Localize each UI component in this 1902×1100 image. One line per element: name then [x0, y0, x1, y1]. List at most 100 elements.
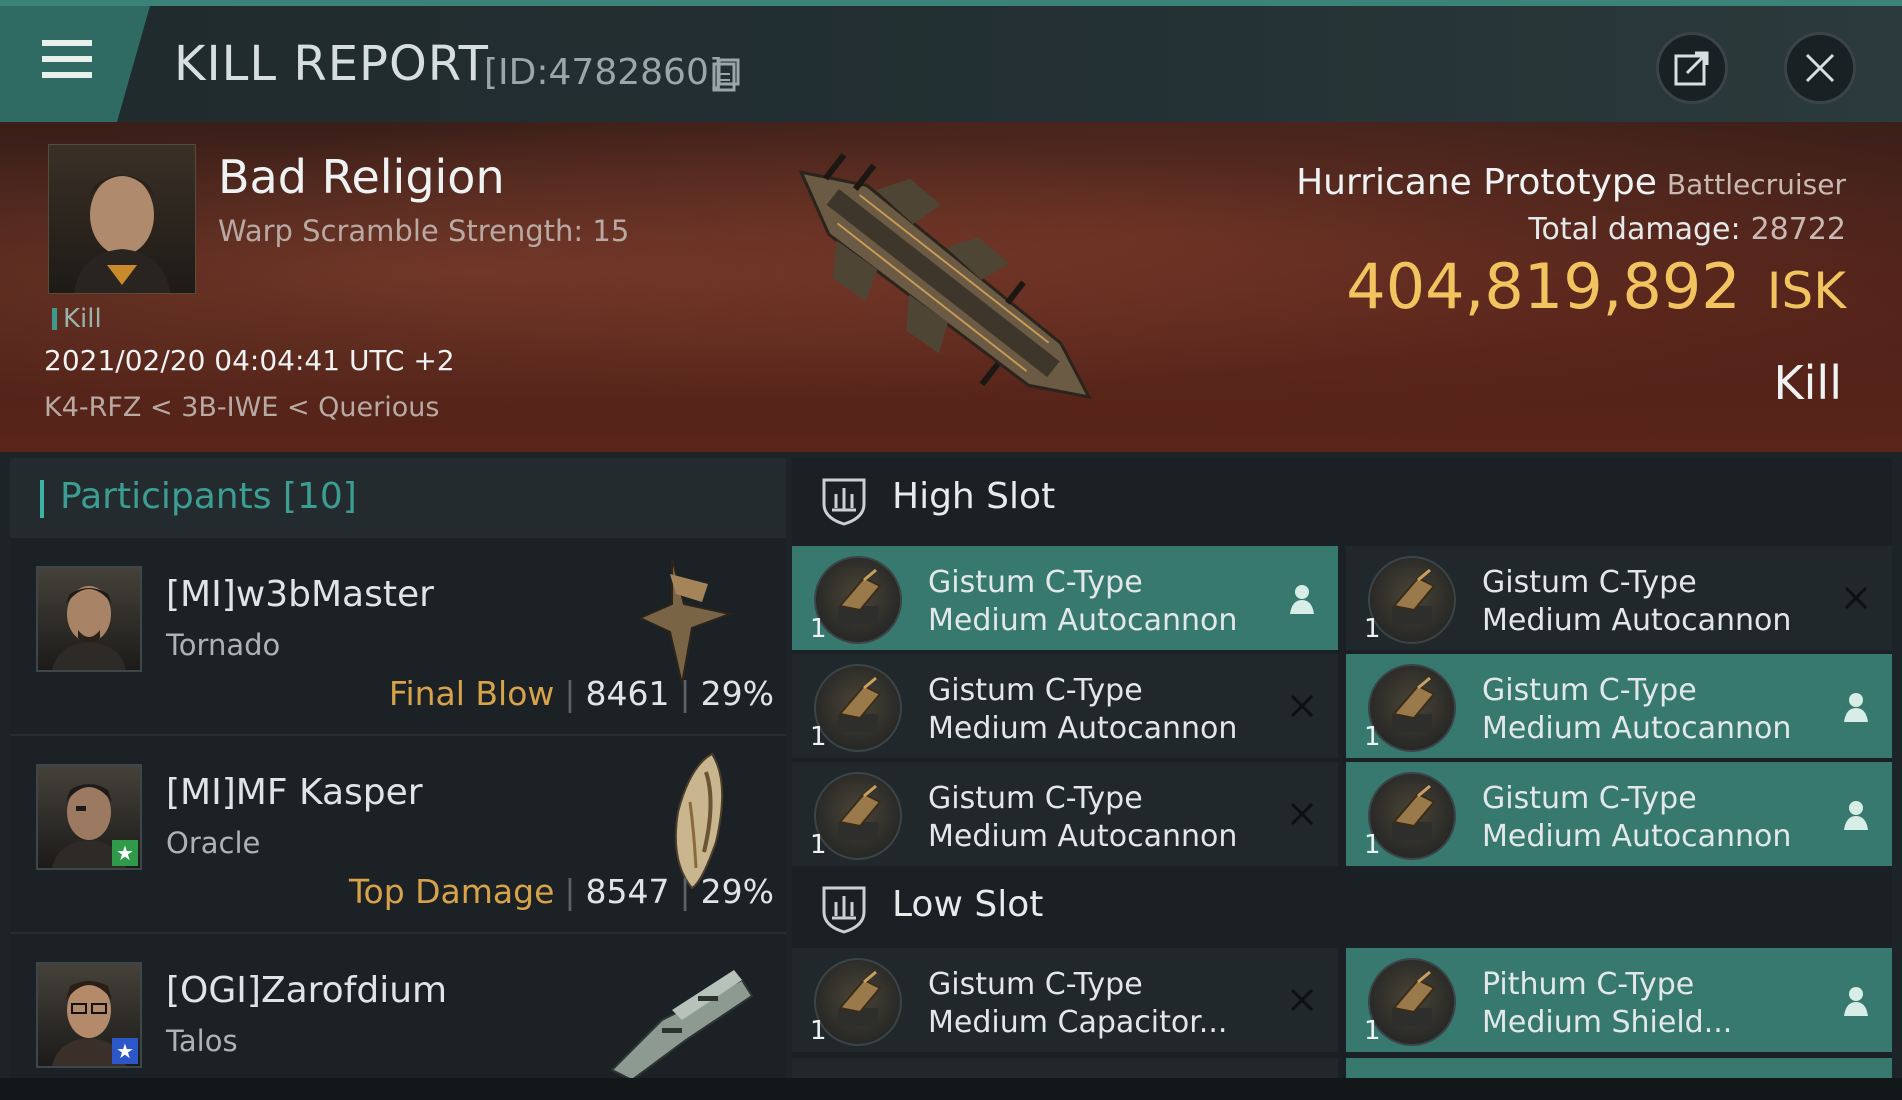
stats-separator: |: [679, 674, 691, 713]
star-icon: ★: [112, 1038, 138, 1064]
fitting-slot[interactable]: 1 Gistum C-Type Medium Autocannon: [1346, 762, 1892, 866]
module-name-line1: Gistum C-Type: [1482, 565, 1697, 600]
participant-damage: 8547: [585, 872, 670, 911]
module-icon: [1368, 958, 1456, 1046]
close-icon: [1805, 53, 1835, 83]
fitting-slot[interactable]: 1 Gistum C-Type Medium Autocannon: [792, 762, 1338, 866]
module-icon: [1368, 556, 1456, 644]
fitting-slot[interactable]: 1 Gistum C-Type Medium Autocannon: [1346, 654, 1892, 758]
module-quantity: 1: [1364, 1016, 1381, 1046]
kill-tag: Kill: [52, 304, 102, 334]
participant-stats: Final Blow | 8461 | 29%: [389, 674, 774, 713]
participant-ship: Talos: [166, 1024, 238, 1058]
module-quantity: 1: [810, 614, 827, 644]
module-icon: [814, 772, 902, 860]
fitting-slot[interactable]: 1 Gistum C-Type Medium Autocannon: [1346, 546, 1892, 650]
dropped-icon: [1844, 987, 1868, 1016]
module-icon: [1368, 664, 1456, 752]
kill-tag-mark: [52, 308, 57, 330]
background-strip: [0, 1078, 1902, 1100]
copy-icon[interactable]: [712, 58, 740, 92]
participant-percent: 29%: [700, 674, 774, 713]
fitting-panel: High Slot 1 Gistum C-Type Medium Autocanno…: [792, 458, 1892, 1085]
fitting-slot[interactable]: 1 Gistum C-Type Medium Autocannon: [792, 654, 1338, 758]
module-name: Gistum C-Type Medium Autocannon: [1482, 564, 1832, 640]
module-name-line1: Gistum C-Type: [928, 565, 1143, 600]
participant-row[interactable]: ★ [MI]MF Kasper Oracle Top Damage | 8547 | 2…: [10, 736, 786, 934]
participant-tag: Top Damage: [348, 872, 555, 911]
module-name-line1: Gistum C-Type: [928, 673, 1143, 708]
victim-subtitle: Warp Scramble Strength: 15: [218, 214, 630, 248]
participants-accent: [40, 480, 44, 518]
module-name-line1: Gistum C-Type: [1482, 781, 1697, 816]
menu-icon: [42, 40, 92, 46]
victim-ship-image[interactable]: [740, 132, 1140, 442]
module-name-line2: Medium Autocannon: [928, 711, 1238, 746]
total-damage-value: 28722: [1750, 212, 1846, 247]
high-slot-icon: [822, 478, 866, 526]
module-name: Gistum C-Type Medium Autocannon: [1482, 780, 1832, 856]
module-name-line2: Medium Autocannon: [1482, 711, 1792, 746]
participant-name: [MI]w3bMaster: [166, 574, 434, 615]
participant-damage: 8461: [585, 674, 670, 713]
avatar[interactable]: ★: [36, 962, 142, 1068]
module-icon: [1368, 772, 1456, 860]
avatar[interactable]: [36, 566, 142, 672]
participant-percent: 29%: [700, 872, 774, 911]
participant-row[interactable]: [MI]w3bMaster Tornado Final Blow | 8461 | 29…: [10, 538, 786, 736]
module-quantity: 1: [1364, 722, 1381, 752]
module-name-line2: Medium Autocannon: [1482, 603, 1792, 638]
participant-ship: Oracle: [166, 826, 261, 860]
module-name: Gistum C-Type Medium Autocannon: [1482, 672, 1832, 748]
dropped-icon: [1844, 693, 1868, 722]
module-name: Pithum C-Type Medium Shield...: [1482, 966, 1832, 1042]
stats-separator: |: [564, 674, 576, 713]
participants-header[interactable]: Participants [10]: [10, 458, 786, 538]
participant-ship-image[interactable]: [592, 940, 762, 1085]
module-name: Gistum C-Type Medium Autocannon: [928, 672, 1278, 748]
participants-title: Participants [10]: [60, 476, 357, 517]
participant-ship-image[interactable]: [612, 544, 762, 694]
high-slot-label: High Slot: [892, 476, 1056, 517]
module-name-line2: Medium Autocannon: [928, 819, 1238, 854]
star-icon: ★: [112, 840, 138, 866]
victim-name: Bad Religion: [218, 150, 505, 204]
header-bar: KILL REPORT [ID:4782860]: [0, 6, 1902, 122]
menu-icon-bar: [42, 72, 92, 78]
share-button[interactable]: [1656, 32, 1728, 104]
module-name: Gistum C-Type Medium Capacitor...: [928, 966, 1278, 1042]
close-button[interactable]: [1784, 32, 1856, 104]
menu-button[interactable]: [0, 6, 150, 122]
module-name-line2: Medium Autocannon: [928, 603, 1238, 638]
stats-separator: |: [564, 872, 576, 911]
victim-portrait[interactable]: [48, 144, 196, 294]
module-quantity: 1: [810, 830, 827, 860]
isk-amount: 404,819,892: [1346, 250, 1741, 323]
participant-stats: Top Damage | 8547 | 29%: [349, 872, 774, 911]
kill-tag-label: Kill: [63, 304, 102, 334]
report-id: [ID:4782860]: [484, 52, 723, 93]
page-title: KILL REPORT: [174, 36, 489, 92]
participant-name: [MI]MF Kasper: [166, 772, 423, 813]
ship-name-text: Hurricane Prototype: [1296, 162, 1657, 203]
module-quantity: 1: [1364, 830, 1381, 860]
module-name-line1: Pithum C-Type: [1482, 967, 1695, 1002]
total-damage: Total damage: 28722: [1528, 212, 1846, 247]
fitting-slot[interactable]: 1 Gistum C-Type Medium Capacitor...: [792, 948, 1338, 1052]
victim-ship-name[interactable]: Hurricane Prototype Battlecruiser: [1296, 162, 1846, 203]
participant-row[interactable]: ★ [OGI]Zarofdium Talos: [10, 934, 786, 1085]
kill-location[interactable]: K4-RFZ < 3B-IWE < Querious: [44, 392, 439, 423]
module-name: Gistum C-Type Medium Autocannon: [928, 780, 1278, 856]
menu-icon-bar: [42, 56, 92, 62]
avatar[interactable]: ★: [36, 764, 142, 870]
module-icon: [814, 958, 902, 1046]
share-icon: [1674, 51, 1709, 86]
module-name-line2: Medium Capacitor...: [928, 1005, 1228, 1040]
module-icon: [814, 664, 902, 752]
fitting-slot[interactable]: 1 Gistum C-Type Medium Autocannon: [792, 546, 1338, 650]
fitting-slot[interactable]: 1 Pithum C-Type Medium Shield...: [1346, 948, 1892, 1052]
participant-ship-image[interactable]: [612, 742, 762, 892]
pilot-portrait-image: [52, 586, 126, 670]
module-icon: [814, 556, 902, 644]
ship-class: Battlecruiser: [1666, 168, 1846, 201]
